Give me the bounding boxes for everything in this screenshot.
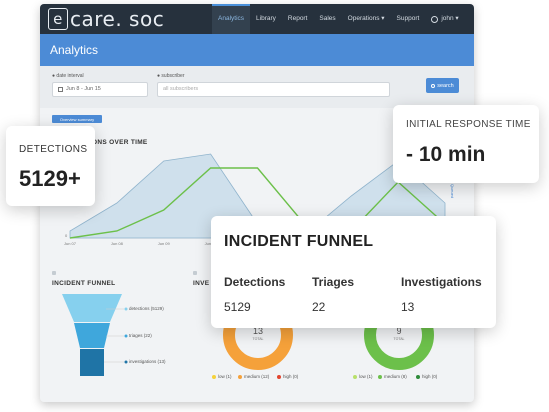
incident-funnel-card: INCIDENT FUNNEL Detections Triages Inves… [211,216,496,328]
irt-caption: INITIAL RESPONSE TIME [406,119,531,130]
detections-caption: DETECTIONS [19,144,88,155]
funnel-header-detections: Detections [224,275,286,289]
donut-1-legend-high: high (0) [277,374,298,379]
funnel-header-investigations: Investigations [401,275,482,289]
donut-2-legend-low: low (1) [353,374,373,379]
donut-2-legend-high: high (0) [416,374,437,379]
app-window: e care. soc Analytics Library Report Sal… [40,4,474,402]
funnel-header-triages: Triages [312,275,355,289]
funnel-card-title: INCIDENT FUNNEL [224,233,374,250]
funnel-value-investigations: 13 [401,300,415,314]
donut-1-total-label: TOTAL [252,337,264,341]
donut-2-total-label: TOTAL [393,337,405,341]
donut-charts [223,300,434,370]
detections-value: 5129+ [19,166,81,191]
donut-1-legend-medium: medium (12) [238,374,269,379]
funnel-value-triages: 22 [312,300,326,314]
funnel-value-detections: 5129 [224,300,251,314]
donut-1-legend-low: low (1) [212,374,232,379]
initial-response-time-card: INITIAL RESPONSE TIME - 10 min [393,105,539,183]
donut-2-legend-medium: medium (8) [378,374,407,379]
detections-card: DETECTIONS 5129+ [6,126,95,206]
irt-value: - 10 min [406,143,486,166]
